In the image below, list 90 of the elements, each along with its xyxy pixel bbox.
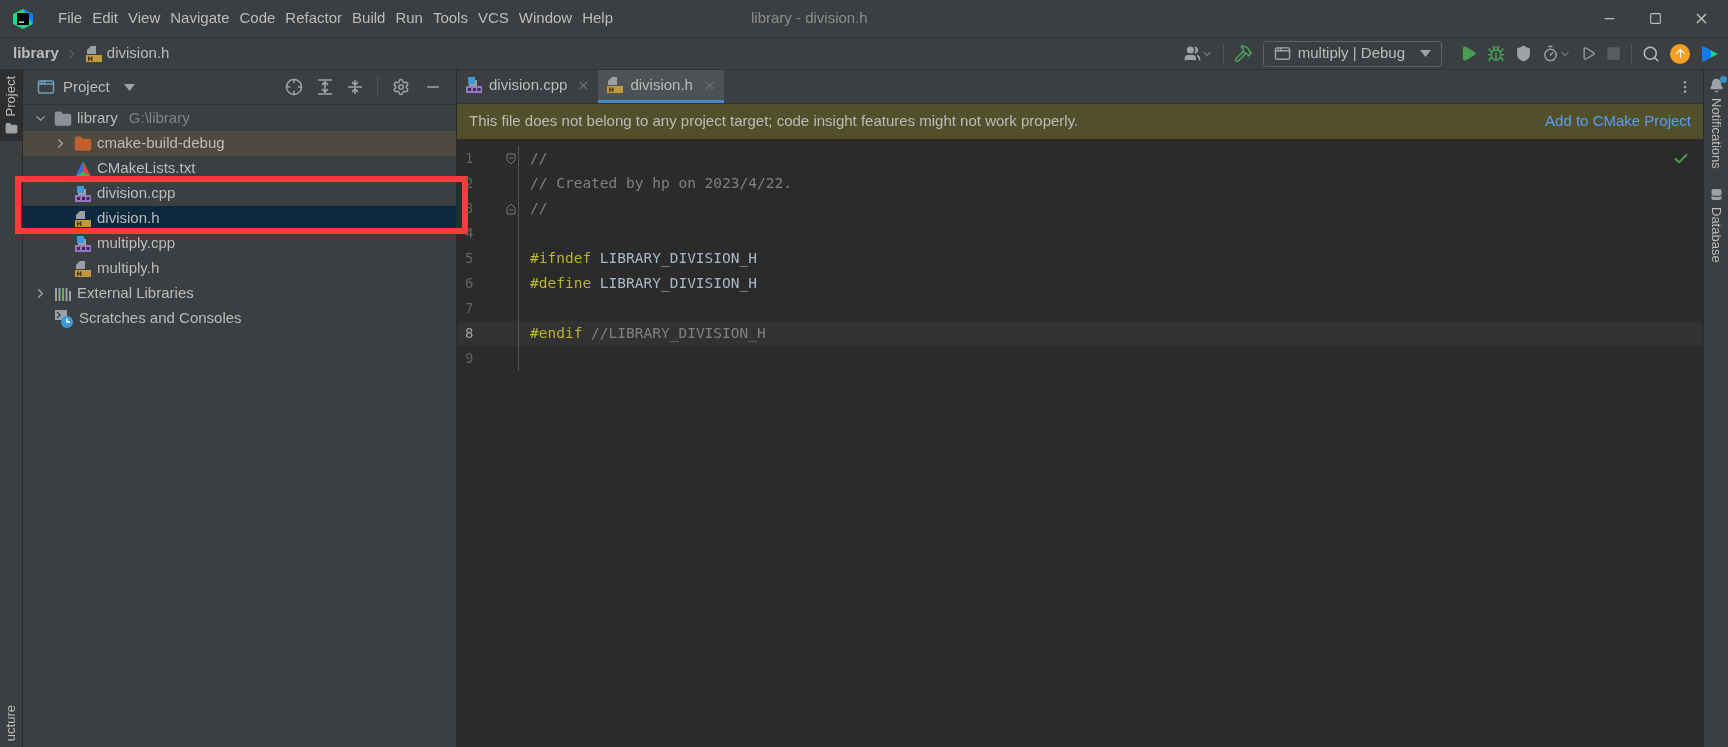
locate-icon[interactable] [285, 78, 303, 96]
tree-item[interactable]: multiply.h [23, 256, 456, 281]
shield-play-icon[interactable] [1515, 45, 1532, 62]
header-file-icon [606, 76, 625, 94]
cpp-file-icon [74, 184, 92, 203]
bug-icon[interactable] [1487, 44, 1505, 63]
cmake-file-icon [74, 159, 92, 178]
tree-item-label: cmake-build-debug [97, 133, 225, 154]
menu-item[interactable]: Edit [87, 7, 124, 30]
menu-item[interactable]: Code [234, 7, 281, 30]
caret-icon [1420, 50, 1431, 57]
tree-item[interactable]: library G:\library [23, 106, 456, 131]
header-file-icon [84, 44, 103, 63]
line-number: 1 [464, 149, 475, 168]
console-clock-icon [54, 308, 74, 329]
tree-item[interactable]: multiply.cpp [23, 231, 456, 256]
window-title: library - division.h [751, 8, 868, 29]
tree-item-label: Scratches and Consoles [79, 308, 242, 329]
expand-all-icon[interactable] [317, 79, 333, 95]
code-line: // [530, 148, 548, 168]
run-configuration-dropdown[interactable]: multiply | Debug [1262, 40, 1442, 67]
fold-marker-icon[interactable] [505, 152, 516, 165]
menu-item[interactable]: VCS [472, 7, 514, 30]
panel-title[interactable]: Project [63, 75, 110, 99]
tree-item-label: division.h [97, 208, 160, 229]
tree-item-label: External Libraries [77, 283, 194, 304]
fold-marker-icon[interactable] [505, 202, 516, 215]
tree-item-label: library [77, 108, 118, 129]
add-to-cmake-link[interactable]: Add to CMake Project [1545, 110, 1691, 133]
menu-item[interactable]: Help [577, 7, 619, 30]
line-number: 9 [464, 349, 475, 368]
tree-item-label: CMakeLists.txt [97, 158, 196, 179]
tool-window-tab[interactable]: Database [1706, 186, 1726, 263]
timer-icon[interactable] [1542, 45, 1559, 62]
folder-icon [4, 122, 18, 136]
banner-message: This file does not belong to any project target; code insight features might not work properly. [469, 111, 1079, 132]
menu-item[interactable]: Navigate [165, 7, 235, 30]
editor-tab[interactable]: division.h [598, 70, 724, 103]
code-line: // Created by hp on 2023/4/22. [530, 173, 792, 193]
tool-window-tab[interactable]: Notifications [1706, 78, 1726, 169]
tree-item-label: multiply.h [97, 258, 160, 279]
code-line: #ifndef LIBRARY_DIVISION_H [530, 248, 757, 269]
maximize-icon[interactable] [1648, 12, 1662, 25]
code-line: #define LIBRARY_DIVISION_H [530, 273, 757, 294]
menu-item[interactable]: Tools [427, 7, 473, 30]
search-icon[interactable] [1642, 44, 1660, 63]
update-icon[interactable] [1670, 43, 1690, 64]
app-logo[interactable] [1700, 43, 1720, 64]
hammer-icon[interactable] [1233, 44, 1253, 63]
menu-item[interactable]: Window [513, 7, 578, 30]
window-icon [1273, 45, 1291, 62]
caret-icon[interactable] [123, 83, 135, 91]
cpp-file-icon [74, 234, 92, 253]
line-number: 5 [464, 249, 475, 268]
header-file-icon [74, 209, 92, 228]
tree-item[interactable]: division.cpp [23, 181, 456, 206]
tool-window-tab[interactable]: Project [0, 70, 22, 142]
folder-icon [74, 134, 92, 153]
tree-item[interactable]: CMakeLists.txt [23, 156, 456, 181]
tree-item[interactable]: External Libraries [23, 281, 456, 306]
cpp-file-icon [465, 76, 483, 94]
tree-item[interactable]: Scratches and Consoles [23, 306, 456, 331]
attach-run-icon[interactable] [1581, 46, 1596, 61]
menu-item[interactable]: View [123, 7, 166, 30]
menu-item[interactable]: File [53, 7, 88, 30]
folder-icon [54, 109, 72, 128]
editor-tab[interactable]: division.cpp [457, 70, 599, 103]
menu-item[interactable]: Run [390, 7, 428, 30]
menu-item[interactable]: Refactor [280, 7, 348, 30]
code-line: #endif //LIBRARY_DIVISION_H [530, 323, 766, 344]
line-number: 8 [464, 324, 475, 343]
code-line: // [530, 198, 548, 218]
line-number: 6 [464, 274, 475, 293]
line-number: 4 [464, 224, 475, 243]
tool-window-tab[interactable]: ucture [0, 698, 22, 747]
app-logo [12, 7, 34, 30]
header-file-icon [74, 259, 92, 278]
breadcrumb-item[interactable]: division.h [106, 42, 170, 65]
collapse-all-icon[interactable] [347, 79, 363, 95]
tree-item-label: multiply.cpp [97, 233, 176, 254]
panel-icon [37, 78, 55, 96]
tree-item-label: division.cpp [97, 183, 176, 204]
tree-item[interactable]: cmake-build-debug [23, 131, 456, 156]
user-icon[interactable] [1183, 45, 1201, 62]
breadcrumb-item[interactable]: library [13, 42, 59, 65]
menu-item[interactable]: Build [347, 7, 391, 30]
run-icon[interactable] [1460, 45, 1477, 62]
tree-item-path: G:\library [128, 108, 190, 129]
settings-icon[interactable] [392, 78, 410, 96]
line-number: 7 [464, 299, 475, 318]
